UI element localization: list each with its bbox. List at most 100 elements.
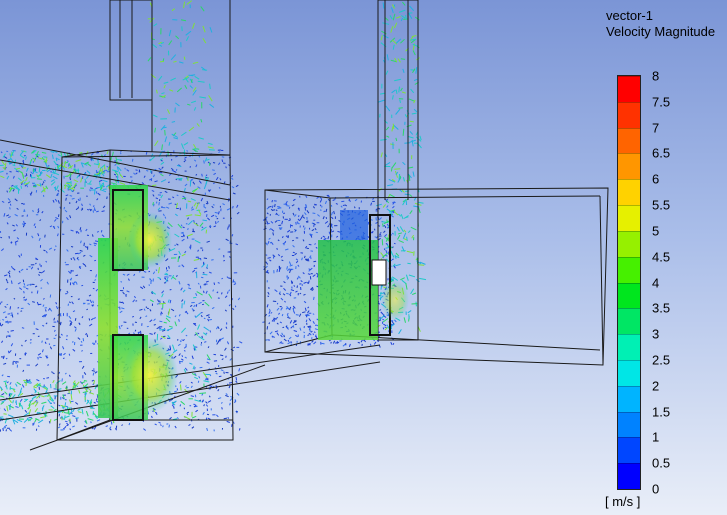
vector-arrow — [21, 405, 24, 410]
vector-arrow — [331, 230, 335, 233]
vector-arrow — [398, 107, 403, 109]
color-scale-segment — [618, 127, 640, 154]
vector-arrow — [327, 225, 330, 228]
vector-arrow — [81, 316, 84, 319]
vector-arrow — [170, 308, 175, 312]
vector-arrow — [3, 156, 8, 159]
vector-arrow — [9, 306, 12, 310]
vector-arrow — [135, 300, 138, 302]
vector-arrow — [208, 395, 211, 398]
vector-arrow — [371, 230, 374, 233]
vector-arrow — [17, 281, 21, 285]
vector-arrow — [304, 227, 306, 230]
vector-arrow — [296, 277, 299, 280]
vector-arrow — [27, 302, 31, 306]
vector-arrow — [190, 381, 193, 384]
vector-arrow — [297, 218, 301, 222]
vector-arrow — [41, 401, 47, 404]
vector-arrow — [307, 273, 311, 275]
vector-arrow — [207, 400, 212, 403]
vector-arrow — [381, 239, 384, 246]
vector-arrow — [172, 418, 178, 421]
vector-arrow — [215, 372, 218, 375]
vector-arrow — [152, 271, 156, 275]
vector-arrow — [32, 301, 36, 303]
vector-arrow — [328, 231, 331, 235]
vector-arrow — [64, 425, 67, 429]
vector-arrow — [210, 214, 215, 218]
vector-arrow — [23, 220, 25, 224]
vector-arrow — [391, 126, 394, 132]
cfd-viewport[interactable]: vector-1 Velocity Magnitude 8 7.5 7 6.5 6 5.5… — [0, 0, 727, 515]
vector-arrow — [52, 372, 55, 375]
vector-arrow — [235, 380, 238, 383]
vector-arrow — [311, 340, 314, 343]
vector-arrow — [93, 343, 96, 346]
vector-arrow — [46, 377, 50, 379]
vector-arrow — [37, 157, 43, 160]
vector-arrow — [193, 144, 197, 149]
vector-arrow — [57, 225, 60, 229]
vector-arrow — [207, 318, 210, 322]
vector-arrow — [30, 171, 34, 175]
vector-arrow — [304, 212, 307, 216]
vector-arrow — [402, 1, 406, 6]
vector-arrow — [102, 205, 106, 209]
color-scale-tick-label: 4 — [652, 275, 660, 290]
vector-arrow — [236, 410, 238, 414]
vector-arrow — [194, 333, 197, 336]
vector-arrow — [52, 175, 58, 180]
vector-arrow — [158, 198, 161, 202]
vector-arrow — [42, 304, 45, 307]
vector-arrow — [5, 335, 8, 338]
vector-arrow — [18, 270, 21, 273]
vector-arrow — [152, 174, 155, 178]
vector-arrow — [53, 248, 56, 251]
vector-arrow — [380, 152, 383, 158]
vector-arrow — [142, 285, 146, 289]
vector-arrow — [55, 216, 59, 220]
vector-arrow — [195, 173, 198, 176]
vector-arrow — [42, 298, 45, 300]
vector-arrow — [80, 240, 82, 244]
vector-arrow — [185, 334, 188, 337]
vector-arrow — [83, 379, 88, 382]
vector-arrow — [370, 202, 373, 206]
vector-arrow — [393, 22, 398, 29]
vector-arrow — [72, 257, 75, 259]
vector-arrow — [217, 389, 220, 392]
vector-arrow — [296, 221, 299, 224]
vector-arrow — [26, 167, 29, 172]
vector-arrow — [176, 243, 179, 246]
vector-arrow — [8, 216, 11, 219]
vector-arrow — [312, 320, 315, 324]
vector-arrow — [191, 308, 195, 311]
vector-arrow — [288, 206, 291, 209]
vector-arrow — [133, 172, 136, 175]
vector-arrow — [89, 323, 93, 327]
vector-arrow — [211, 169, 215, 171]
vector-arrow — [391, 162, 397, 168]
vector-arrow — [170, 153, 172, 156]
vector-arrow — [266, 198, 269, 201]
vector-arrow — [380, 138, 387, 141]
vector-arrow — [203, 404, 205, 407]
vector-arrow — [305, 319, 308, 323]
vector-arrow — [200, 315, 203, 318]
vector-arrow — [45, 322, 48, 325]
vector-arrow — [64, 261, 67, 264]
vector-arrow — [170, 77, 177, 81]
vector-arrow — [220, 337, 224, 340]
vector-arrow — [385, 249, 388, 254]
vector-arrow — [395, 263, 401, 267]
vector-arrow — [181, 355, 184, 358]
vector-arrow — [66, 249, 69, 252]
vector-arrow — [193, 159, 197, 162]
vector-arrow — [3, 380, 8, 383]
vector-arrow — [221, 277, 224, 280]
vector-arrow — [320, 237, 323, 240]
vector-arrow — [14, 198, 18, 202]
vector-arrow — [316, 274, 319, 278]
vector-arrow — [159, 328, 166, 331]
vector-arrow — [330, 204, 333, 207]
